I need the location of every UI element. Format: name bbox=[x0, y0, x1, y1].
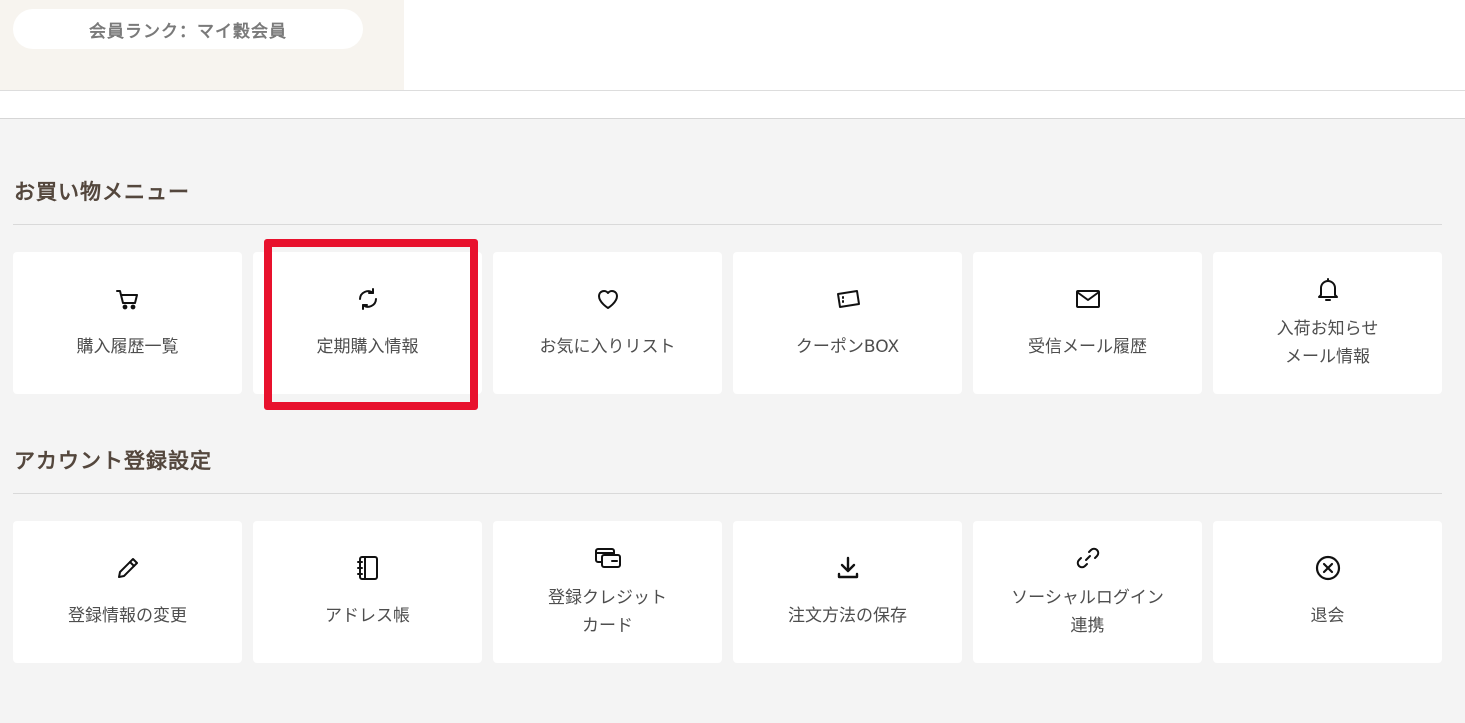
save-order-method-label: 注文方法の保存 bbox=[788, 606, 907, 626]
coupon-box-button[interactable]: クーポンBOX bbox=[733, 252, 962, 394]
section-divider bbox=[13, 224, 1442, 225]
restock-notification-button[interactable]: 入荷お知らせ メール情報 bbox=[1213, 252, 1442, 394]
withdraw-membership-button[interactable]: 退会 bbox=[1213, 521, 1442, 663]
withdraw-membership-label: 退会 bbox=[1310, 606, 1345, 626]
social-login-link-button[interactable]: ソーシャルログイン 連携 bbox=[973, 521, 1202, 663]
credit-card-icon bbox=[594, 544, 622, 572]
shopping-menu-title: お買い物メニュー bbox=[14, 180, 190, 204]
edit-registration-button[interactable]: 登録情報の変更 bbox=[13, 521, 242, 663]
envelope-icon bbox=[1074, 285, 1102, 313]
registered-credit-card-button[interactable]: 登録クレジット カード bbox=[493, 521, 722, 663]
address-book-button[interactable]: アドレス帳 bbox=[253, 521, 482, 663]
purchase-history-label: 購入履歴一覧 bbox=[76, 337, 179, 357]
close-circle-icon bbox=[1314, 554, 1342, 582]
registered-credit-card-label: 登録クレジット カード bbox=[548, 588, 667, 636]
member-rank-panel: 会員ランク：マイ穀会員 bbox=[0, 0, 404, 91]
received-mail-history-button[interactable]: 受信メール履歴 bbox=[973, 252, 1202, 394]
divider bbox=[0, 118, 1465, 119]
refresh-icon bbox=[354, 285, 382, 313]
address-book-icon bbox=[354, 554, 382, 582]
cart-icon bbox=[114, 285, 142, 313]
account-settings-title: アカウント登録設定 bbox=[14, 449, 212, 473]
subscription-info-button[interactable]: 定期購入情報 bbox=[253, 252, 482, 394]
subscription-info-label: 定期購入情報 bbox=[316, 337, 419, 357]
header-area: 会員ランク：マイ穀会員 bbox=[0, 0, 1465, 119]
favorites-list-button[interactable]: お気に入りリスト bbox=[493, 252, 722, 394]
heart-icon bbox=[594, 285, 622, 313]
save-order-method-button[interactable]: 注文方法の保存 bbox=[733, 521, 962, 663]
pencil-icon bbox=[114, 554, 142, 582]
address-book-label: アドレス帳 bbox=[325, 606, 410, 626]
bell-icon bbox=[1314, 275, 1342, 303]
link-icon bbox=[1074, 544, 1102, 572]
social-login-link-label: ソーシャルログイン 連携 bbox=[1011, 588, 1164, 636]
received-mail-history-label: 受信メール履歴 bbox=[1028, 337, 1147, 357]
favorites-list-label: お気に入りリスト bbox=[539, 337, 676, 357]
restock-notification-label: 入荷お知らせ メール情報 bbox=[1276, 319, 1379, 367]
section-divider bbox=[13, 493, 1442, 494]
purchase-history-button[interactable]: 購入履歴一覧 bbox=[13, 252, 242, 394]
member-rank-badge: 会員ランク：マイ穀会員 bbox=[13, 9, 363, 49]
edit-registration-label: 登録情報の変更 bbox=[68, 606, 187, 626]
divider bbox=[0, 90, 1465, 91]
ticket-icon bbox=[834, 285, 862, 313]
download-icon bbox=[834, 554, 862, 582]
coupon-box-label: クーポンBOX bbox=[795, 337, 900, 357]
